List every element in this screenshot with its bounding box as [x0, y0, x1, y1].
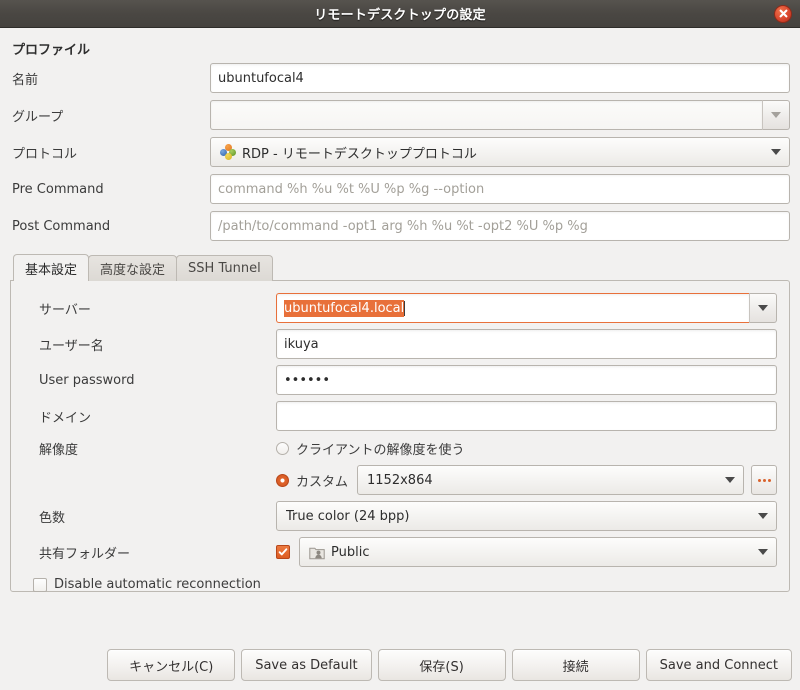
- tab-advanced[interactable]: 高度な設定: [88, 255, 178, 281]
- protocol-dropdown[interactable]: RDP - リモートデスクトッププロトコル: [210, 137, 790, 167]
- name-input[interactable]: ubuntufocal4: [210, 63, 790, 93]
- resolution-use-client-option[interactable]: クライアントの解像度を使う: [276, 437, 777, 459]
- chevron-down-icon: [758, 549, 768, 555]
- rdp-icon: [220, 144, 236, 160]
- name-label: 名前: [12, 72, 39, 88]
- remote-desktop-preferences-window: リモートデスクトップの設定 プロファイル 名前 ubuntufocal4 グルー…: [0, 0, 800, 690]
- connect-button[interactable]: 接続: [511, 649, 640, 681]
- profile-section-title: プロファイル: [12, 43, 91, 58]
- post-command-input[interactable]: /path/to/command -opt1 arg %h %u %t -opt…: [210, 211, 790, 241]
- chevron-down-icon: [758, 305, 768, 311]
- resolution-use-client-label: クライアントの解像度を使う: [296, 442, 465, 458]
- server-input[interactable]: ubuntufocal4.local: [276, 293, 749, 323]
- server-dropdown-arrow-button[interactable]: [749, 293, 777, 323]
- settings-tabs: 基本設定 高度な設定 SSH Tunnel サーバー ubuntufocal4.…: [10, 254, 790, 592]
- domain-label: ドメイン: [39, 410, 92, 426]
- tab-basic-label: 基本設定: [25, 262, 78, 278]
- password-input[interactable]: ••••••: [276, 365, 777, 395]
- color-depth-label: 色数: [39, 510, 66, 526]
- tab-ssh-tunnel[interactable]: SSH Tunnel: [176, 255, 273, 281]
- group-label: グループ: [12, 109, 64, 125]
- server-label: サーバー: [39, 302, 91, 318]
- dialog-content: プロファイル 名前 ubuntufocal4 グループ プロトコル RDP - …: [0, 28, 800, 642]
- pre-command-label: Pre Command: [12, 181, 104, 197]
- basic-settings-form: サーバー ubuntufocal4.local ユーザー名 ikuya User…: [23, 293, 777, 567]
- tab-advanced-label: 高度な設定: [100, 263, 166, 278]
- save-and-connect-button[interactable]: Save and Connect: [645, 649, 792, 681]
- chevron-down-icon: [758, 513, 768, 519]
- tabpanel-basic: サーバー ubuntufocal4.local ユーザー名 ikuya User…: [10, 280, 790, 592]
- username-label: ユーザー名: [39, 338, 104, 354]
- chevron-down-icon: [771, 112, 781, 118]
- server-input-value: ubuntufocal4.local: [284, 299, 405, 317]
- close-icon[interactable]: [774, 4, 792, 23]
- text-caret: [404, 300, 406, 316]
- shared-folder-checkbox[interactable]: [276, 545, 290, 559]
- disable-reconnect-row[interactable]: Disable automatic reconnection: [23, 577, 777, 592]
- resolution-more-button[interactable]: [751, 465, 777, 495]
- resolution-custom-option[interactable]: カスタム 1152x864: [276, 465, 777, 495]
- folder-public-icon: [309, 545, 325, 560]
- window-titlebar: リモートデスクトップの設定: [0, 0, 800, 28]
- radio-custom-resolution[interactable]: [276, 473, 289, 487]
- server-combobox[interactable]: ubuntufocal4.local: [276, 293, 777, 323]
- domain-input[interactable]: [276, 401, 777, 431]
- resolution-label: 解像度: [39, 442, 79, 458]
- protocol-label: プロトコル: [12, 146, 78, 162]
- chevron-down-icon: [771, 149, 781, 155]
- cancel-button[interactable]: キャンセル(C): [107, 649, 236, 681]
- save-button[interactable]: 保存(S): [377, 649, 506, 681]
- shared-folder-label: 共有フォルダー: [39, 546, 131, 562]
- pre-command-input[interactable]: command %h %u %t %U %p %g --option: [210, 174, 790, 204]
- dialog-footer: キャンセル(C) Save as Default 保存(S) 接続 Save a…: [0, 642, 800, 690]
- protocol-value: RDP - リモートデスクトッププロトコル: [242, 146, 477, 162]
- group-input[interactable]: [210, 100, 762, 130]
- tabstrip: 基本設定 高度な設定 SSH Tunnel: [10, 254, 790, 281]
- shared-folder-row: Public: [276, 537, 777, 567]
- chevron-down-icon: [725, 477, 735, 483]
- color-depth-dropdown[interactable]: True color (24 bpp): [276, 501, 777, 531]
- color-depth-value: True color (24 bpp): [286, 508, 410, 524]
- disable-reconnect-checkbox[interactable]: [33, 577, 47, 592]
- tab-ssh-tunnel-label: SSH Tunnel: [188, 261, 261, 276]
- save-as-default-button[interactable]: Save as Default: [241, 649, 372, 681]
- shared-folder-dropdown[interactable]: Public: [299, 537, 777, 567]
- disable-reconnect-label: Disable automatic reconnection: [54, 577, 261, 592]
- username-input[interactable]: ikuya: [276, 329, 777, 359]
- group-combobox[interactable]: [210, 100, 790, 130]
- radio-use-client-resolution[interactable]: [276, 441, 289, 455]
- resolution-custom-label: カスタム: [296, 474, 349, 490]
- tab-basic[interactable]: 基本設定: [13, 254, 90, 281]
- resolution-custom-value: 1152x864: [367, 472, 433, 488]
- shared-folder-value: Public: [331, 544, 370, 560]
- group-dropdown-arrow-button[interactable]: [762, 100, 790, 130]
- profile-form: 名前 ubuntufocal4 グループ プロトコル RDP - リモートデスク…: [10, 63, 790, 241]
- post-command-label: Post Command: [12, 218, 111, 234]
- password-label: User password: [39, 372, 135, 388]
- window-title: リモートデスクトップの設定: [314, 8, 486, 23]
- resolution-custom-dropdown[interactable]: 1152x864: [357, 465, 744, 495]
